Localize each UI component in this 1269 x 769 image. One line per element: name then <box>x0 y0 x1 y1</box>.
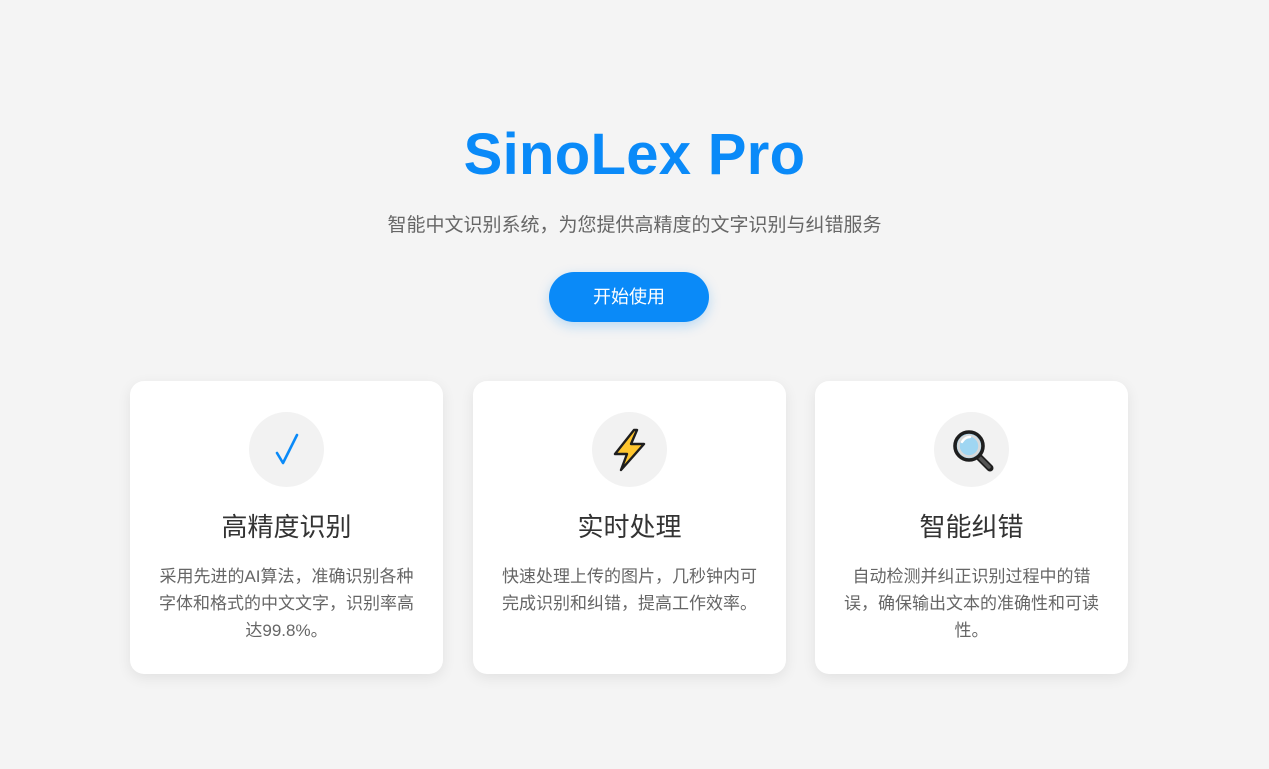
feature-description: 自动检测并纠正识别过程中的错误，确保输出文本的准确性和可读性。 <box>844 567 1099 640</box>
get-started-button[interactable]: 开始使用 <box>549 272 709 322</box>
lightning-icon <box>592 412 667 487</box>
feature-title: 高精度识别 <box>221 512 352 542</box>
page-subtitle: 智能中文识别系统，为您提供高精度的文字识别与纠错服务 <box>387 215 882 236</box>
feature-description: 快速处理上传的图片，几秒钟内可完成识别和纠错，提高工作效率。 <box>502 567 757 613</box>
feature-title: 实时处理 <box>577 512 682 542</box>
feature-card-accuracy: 高精度识别 采用先进的AI算法，准确识别各种字体和格式的中文文字，识别率高达99… <box>130 381 443 674</box>
checkmark-icon <box>249 412 324 487</box>
feature-card-correction: 智能纠错 自动检测并纠正识别过程中的错误，确保输出文本的准确性和可读性。 <box>815 381 1128 674</box>
feature-description: 采用先进的AI算法，准确识别各种字体和格式的中文文字，识别率高达99.8%。 <box>159 567 414 640</box>
feature-title: 智能纠错 <box>919 512 1024 542</box>
feature-card-realtime: 实时处理 快速处理上传的图片，几秒钟内可完成识别和纠错，提高工作效率。 <box>473 381 786 674</box>
magnifier-icon <box>934 412 1009 487</box>
page-title: SinoLex Pro <box>463 122 806 187</box>
